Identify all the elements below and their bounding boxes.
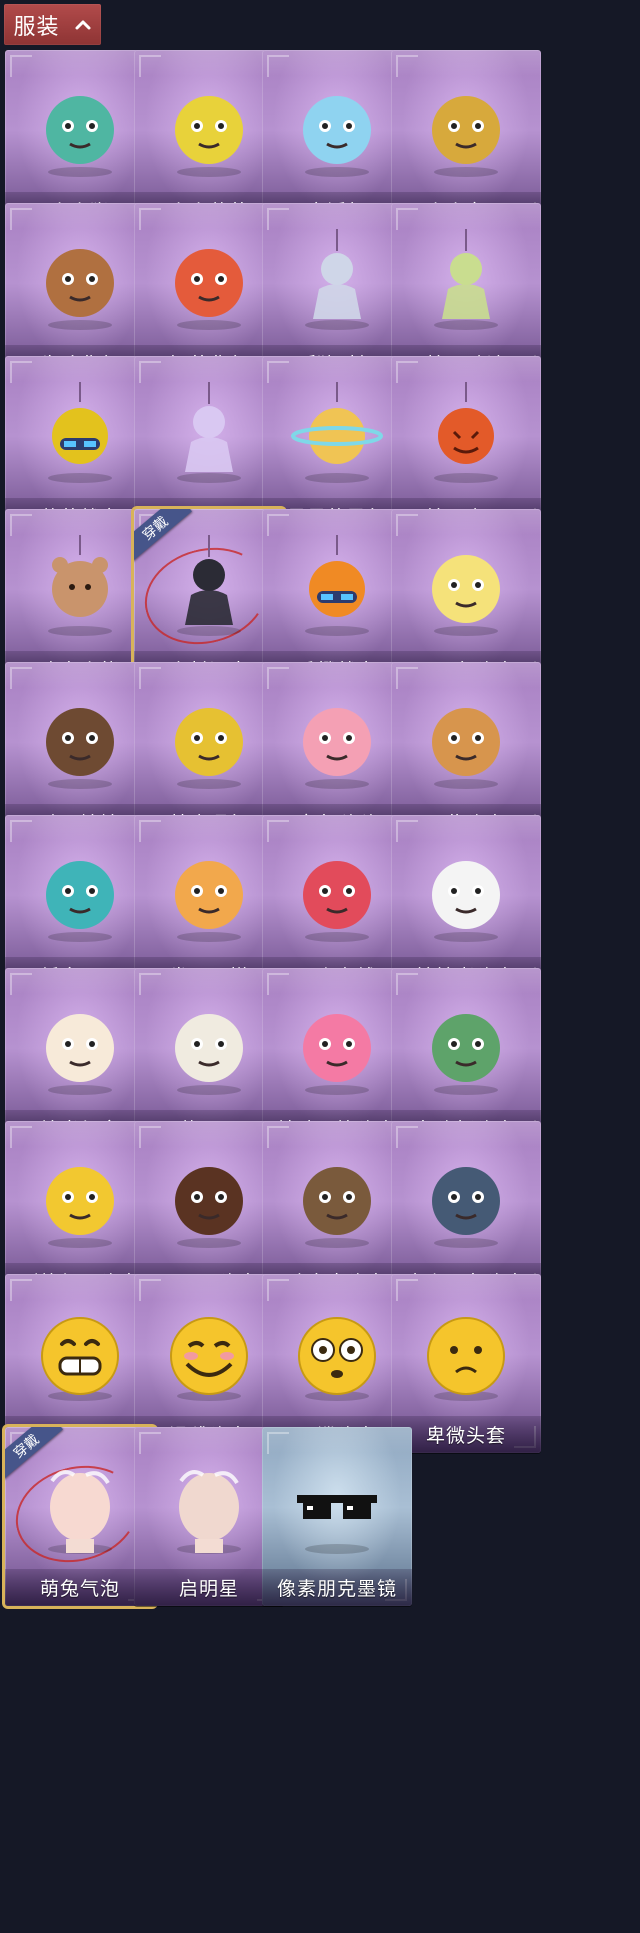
frame-corner	[267, 361, 289, 383]
yellow-mouse-head-icon	[46, 1167, 114, 1248]
outfit-item-card[interactable]: 萌兔气泡 穿戴	[5, 1427, 155, 1606]
pineapple-icon	[175, 96, 243, 177]
jellyfish-icon	[303, 96, 371, 177]
charm-figure-icon	[434, 229, 498, 330]
planet-charm-icon	[291, 382, 383, 483]
frame-corner	[10, 361, 32, 383]
frame-corner	[267, 667, 289, 689]
grin-emoji-icon	[41, 1317, 119, 1401]
frame-corner	[267, 208, 289, 230]
frame-corner	[10, 55, 32, 77]
horse-head-icon	[303, 861, 371, 942]
frame-corner	[267, 820, 289, 842]
item-name-label: 萌兔气泡	[5, 1569, 155, 1606]
frame-corner	[396, 208, 418, 230]
horse-mask-icon	[175, 1167, 243, 1248]
bubble-head-icon	[48, 1470, 112, 1554]
robot-charm-icon	[48, 382, 112, 483]
frame-corner	[139, 1432, 161, 1454]
frame-corner	[139, 55, 161, 77]
frame-corner	[267, 1432, 289, 1454]
frame-corner	[267, 1126, 289, 1148]
frame-corner	[396, 667, 418, 689]
frame-corner	[267, 514, 289, 536]
queen-icon	[432, 96, 500, 177]
fish-head-icon	[432, 1014, 500, 1095]
frame-corner	[139, 361, 161, 383]
outfit-grid: 小小猴小小菠萝夜浮船小小女王牛啤背包奶茶背包孤独对望桂冠聆诗菠萝战宝清辉伴影星星…	[0, 0, 640, 1933]
garlic-head-icon	[175, 1014, 243, 1095]
charm-figure-icon	[177, 382, 241, 483]
frame-corner	[139, 1126, 161, 1148]
humble-emoji-icon	[427, 1317, 505, 1401]
smirk-emoji-icon	[170, 1317, 248, 1401]
monkey-icon	[46, 96, 114, 177]
doll-head-icon	[46, 708, 114, 789]
bubble-head-icon	[177, 1470, 241, 1554]
outfit-item-card[interactable]: 像素朋克墨镜	[262, 1427, 412, 1606]
dino-box-icon	[46, 861, 114, 942]
frame-corner	[396, 1279, 418, 1301]
frame-corner	[10, 667, 32, 689]
ruby-head-icon	[303, 1014, 371, 1095]
frame-corner	[139, 820, 161, 842]
robot-charm-icon	[305, 535, 369, 636]
beer-mug-icon	[46, 249, 114, 330]
octopus-icon	[303, 708, 371, 789]
cake-roll-icon	[175, 861, 243, 942]
traffic-cone-icon	[175, 708, 243, 789]
frame-corner	[267, 55, 289, 77]
frame-corner	[139, 973, 161, 995]
charm-figure-icon	[177, 535, 241, 636]
frame-corner	[396, 820, 418, 842]
pumpkin-charm-icon	[434, 382, 498, 483]
item-name-label: 卑微头套	[391, 1416, 541, 1453]
charm-figure-icon	[305, 229, 369, 330]
frame-corner	[10, 1279, 32, 1301]
frame-corner	[396, 361, 418, 383]
frame-corner	[10, 973, 32, 995]
pixel-sunglasses-icon	[297, 1495, 377, 1554]
frame-corner	[139, 208, 161, 230]
frame-corner	[10, 208, 32, 230]
item-name-label: 像素朋克墨镜	[262, 1569, 412, 1606]
husky-head-icon	[303, 1167, 371, 1248]
frame-corner	[139, 667, 161, 689]
frame-corner	[267, 973, 289, 995]
dumpling-head-icon	[432, 861, 500, 942]
shiba-head-icon	[432, 708, 500, 789]
milk-tea-icon	[175, 249, 243, 330]
outfit-item-card[interactable]: 卑微头套	[391, 1274, 541, 1453]
frame-corner	[10, 1126, 32, 1148]
candle-head-icon	[46, 1014, 114, 1095]
stare-emoji-icon	[298, 1317, 376, 1401]
frame-corner	[267, 1279, 289, 1301]
frame-corner	[396, 55, 418, 77]
bear-charm-icon	[48, 535, 112, 636]
bulb-head-icon	[432, 555, 500, 636]
frame-corner	[396, 973, 418, 995]
frame-corner	[139, 1279, 161, 1301]
frame-corner	[396, 514, 418, 536]
frame-corner	[10, 514, 32, 536]
frame-corner	[396, 1126, 418, 1148]
seal-head-icon	[432, 1167, 500, 1248]
frame-corner	[10, 820, 32, 842]
